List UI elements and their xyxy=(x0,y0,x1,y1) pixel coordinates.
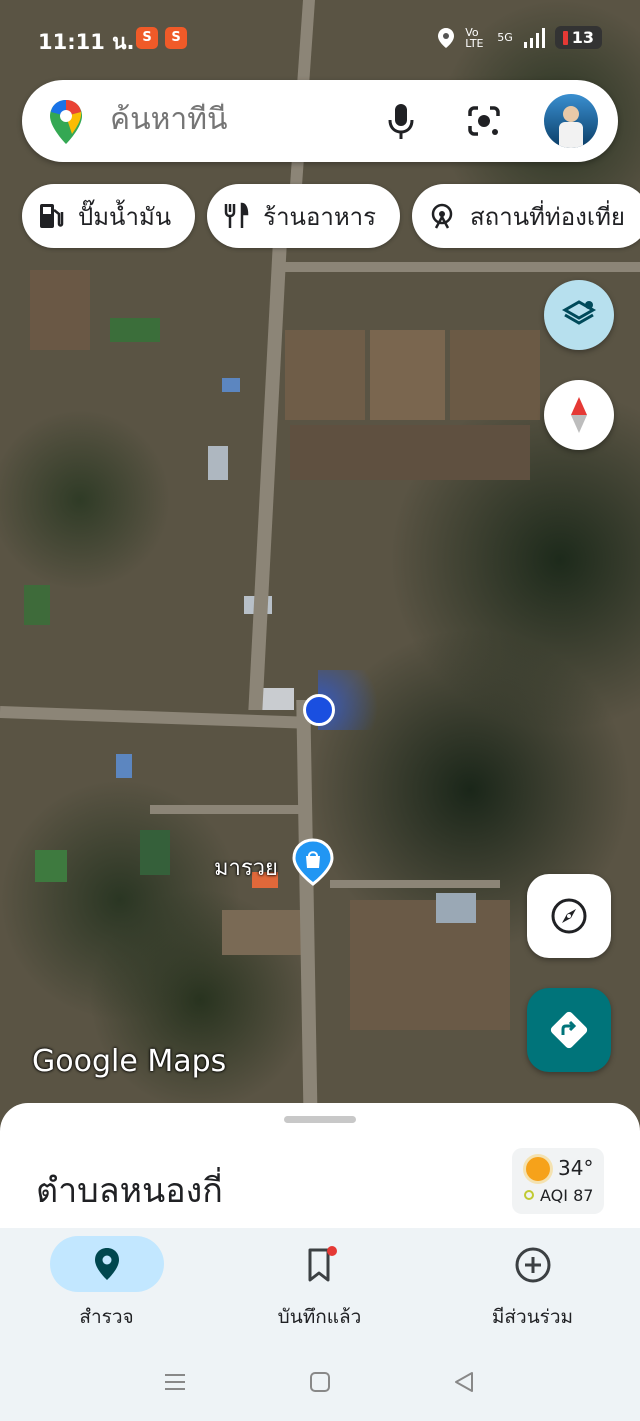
status-indicators: Vo LTE 5G 13 xyxy=(437,26,602,49)
signal-icon xyxy=(523,27,545,48)
avatar-person-figure xyxy=(563,106,579,122)
map-road xyxy=(272,262,640,272)
nav-label: สำรวจ xyxy=(79,1306,134,1328)
attraction-icon xyxy=(431,203,453,229)
place-pin[interactable] xyxy=(292,838,334,886)
map-road xyxy=(330,880,500,888)
nav-explore[interactable]: สำรวจ xyxy=(0,1228,213,1348)
bookmark-icon xyxy=(213,1246,426,1288)
map-field xyxy=(285,330,365,420)
bottom-sheet[interactable]: ตำบลหนองกี่ 34° AQI 87 xyxy=(0,1103,640,1233)
map-field xyxy=(30,270,90,350)
map-field xyxy=(222,910,312,955)
map-pond xyxy=(110,318,160,342)
weather-temperature: 34° xyxy=(558,1156,594,1180)
chip-label: ปั๊มน้ำมัน xyxy=(78,202,172,231)
chip-attractions[interactable]: สถานที่ท่องเที่ย xyxy=(412,184,640,248)
map-field xyxy=(350,900,510,1030)
battery-icon xyxy=(562,30,568,45)
layers-icon xyxy=(561,300,597,325)
menu-icon[interactable] xyxy=(163,1370,187,1394)
avatar-person-figure xyxy=(559,122,583,148)
shopee-notification-icon: S xyxy=(136,27,158,49)
map-field xyxy=(290,425,530,480)
nav-label: บันทึกแล้ว xyxy=(277,1306,362,1328)
weather-widget[interactable]: 34° AQI 87 xyxy=(512,1148,604,1214)
area-title: ตำบลหนองกี่ xyxy=(36,1171,223,1211)
weather-aqi: AQI 87 xyxy=(540,1186,594,1205)
search-bar[interactable] xyxy=(22,80,618,162)
map-building xyxy=(116,754,132,778)
map-pond xyxy=(35,850,67,882)
battery-level: 13 xyxy=(571,28,594,47)
google-maps-pin-icon xyxy=(50,100,82,144)
map-building xyxy=(208,446,228,480)
compass-needle-icon xyxy=(571,397,587,433)
map-pond xyxy=(140,830,170,875)
add-circle-icon xyxy=(426,1246,639,1288)
chip-label: สถานที่ท่องเที่ย xyxy=(470,202,625,231)
google-lens-icon[interactable] xyxy=(466,104,502,138)
explore-pin-icon xyxy=(0,1246,213,1286)
map-canvas[interactable]: มารวย Google Maps xyxy=(0,0,640,1130)
explore-compass-icon xyxy=(551,898,587,934)
explore-nearby-button[interactable] xyxy=(527,874,611,958)
map-road xyxy=(296,700,318,1130)
gas-station-icon xyxy=(40,204,64,228)
system-navigation-bar xyxy=(0,1348,640,1421)
map-road xyxy=(150,805,310,814)
microphone-icon[interactable] xyxy=(388,102,414,140)
status-bar: 11:11 น. S S Vo LTE 5G 13 xyxy=(0,0,640,78)
location-status-icon xyxy=(438,27,455,48)
place-label[interactable]: มารวย xyxy=(214,850,278,885)
account-avatar[interactable] xyxy=(544,94,598,148)
sheet-drag-handle[interactable] xyxy=(284,1116,356,1123)
map-field xyxy=(370,330,445,420)
nav-label: มีส่วนร่วม xyxy=(491,1306,574,1328)
back-icon[interactable] xyxy=(452,1370,476,1394)
sun-icon xyxy=(526,1157,550,1181)
google-maps-logo: Google Maps xyxy=(32,1044,227,1079)
map-field xyxy=(450,330,540,420)
restaurant-icon xyxy=(224,202,249,228)
layers-button[interactable] xyxy=(544,280,614,350)
directions-icon xyxy=(550,1011,588,1049)
status-time: 11:11 น. xyxy=(38,30,135,54)
chip-label: ร้านอาหาร xyxy=(263,202,377,231)
map-building xyxy=(436,893,476,923)
category-chips: ปั๊มน้ำมัน ร้านอาหาร สถานที่ท่องเที่ย xyxy=(22,184,640,248)
nav-contribute[interactable]: มีส่วนร่วม xyxy=(426,1228,639,1348)
map-building xyxy=(262,688,294,710)
shopee-notification-icon: S xyxy=(165,27,187,49)
map-pond xyxy=(24,585,50,625)
compass-button[interactable] xyxy=(544,380,614,450)
current-location-dot[interactable] xyxy=(303,694,335,726)
home-icon[interactable] xyxy=(308,1370,332,1394)
chip-restaurants[interactable]: ร้านอาหาร xyxy=(207,184,401,248)
volte-label: Vo LTE xyxy=(465,25,484,50)
battery-indicator: 13 xyxy=(554,26,602,49)
search-input[interactable] xyxy=(110,102,370,137)
directions-button[interactable] xyxy=(527,988,611,1072)
bottom-navigation: สำรวจ บันทึกแล้ว มีส่วนร่วม xyxy=(0,1228,640,1348)
map-building xyxy=(222,378,240,392)
nav-saved[interactable]: บันทึกแล้ว xyxy=(213,1228,426,1348)
network-type-label: 5G xyxy=(497,31,513,44)
shopping-pin-icon xyxy=(292,838,334,886)
aqi-indicator-icon xyxy=(524,1190,534,1200)
chip-gas-station[interactable]: ปั๊มน้ำมัน xyxy=(22,184,196,248)
